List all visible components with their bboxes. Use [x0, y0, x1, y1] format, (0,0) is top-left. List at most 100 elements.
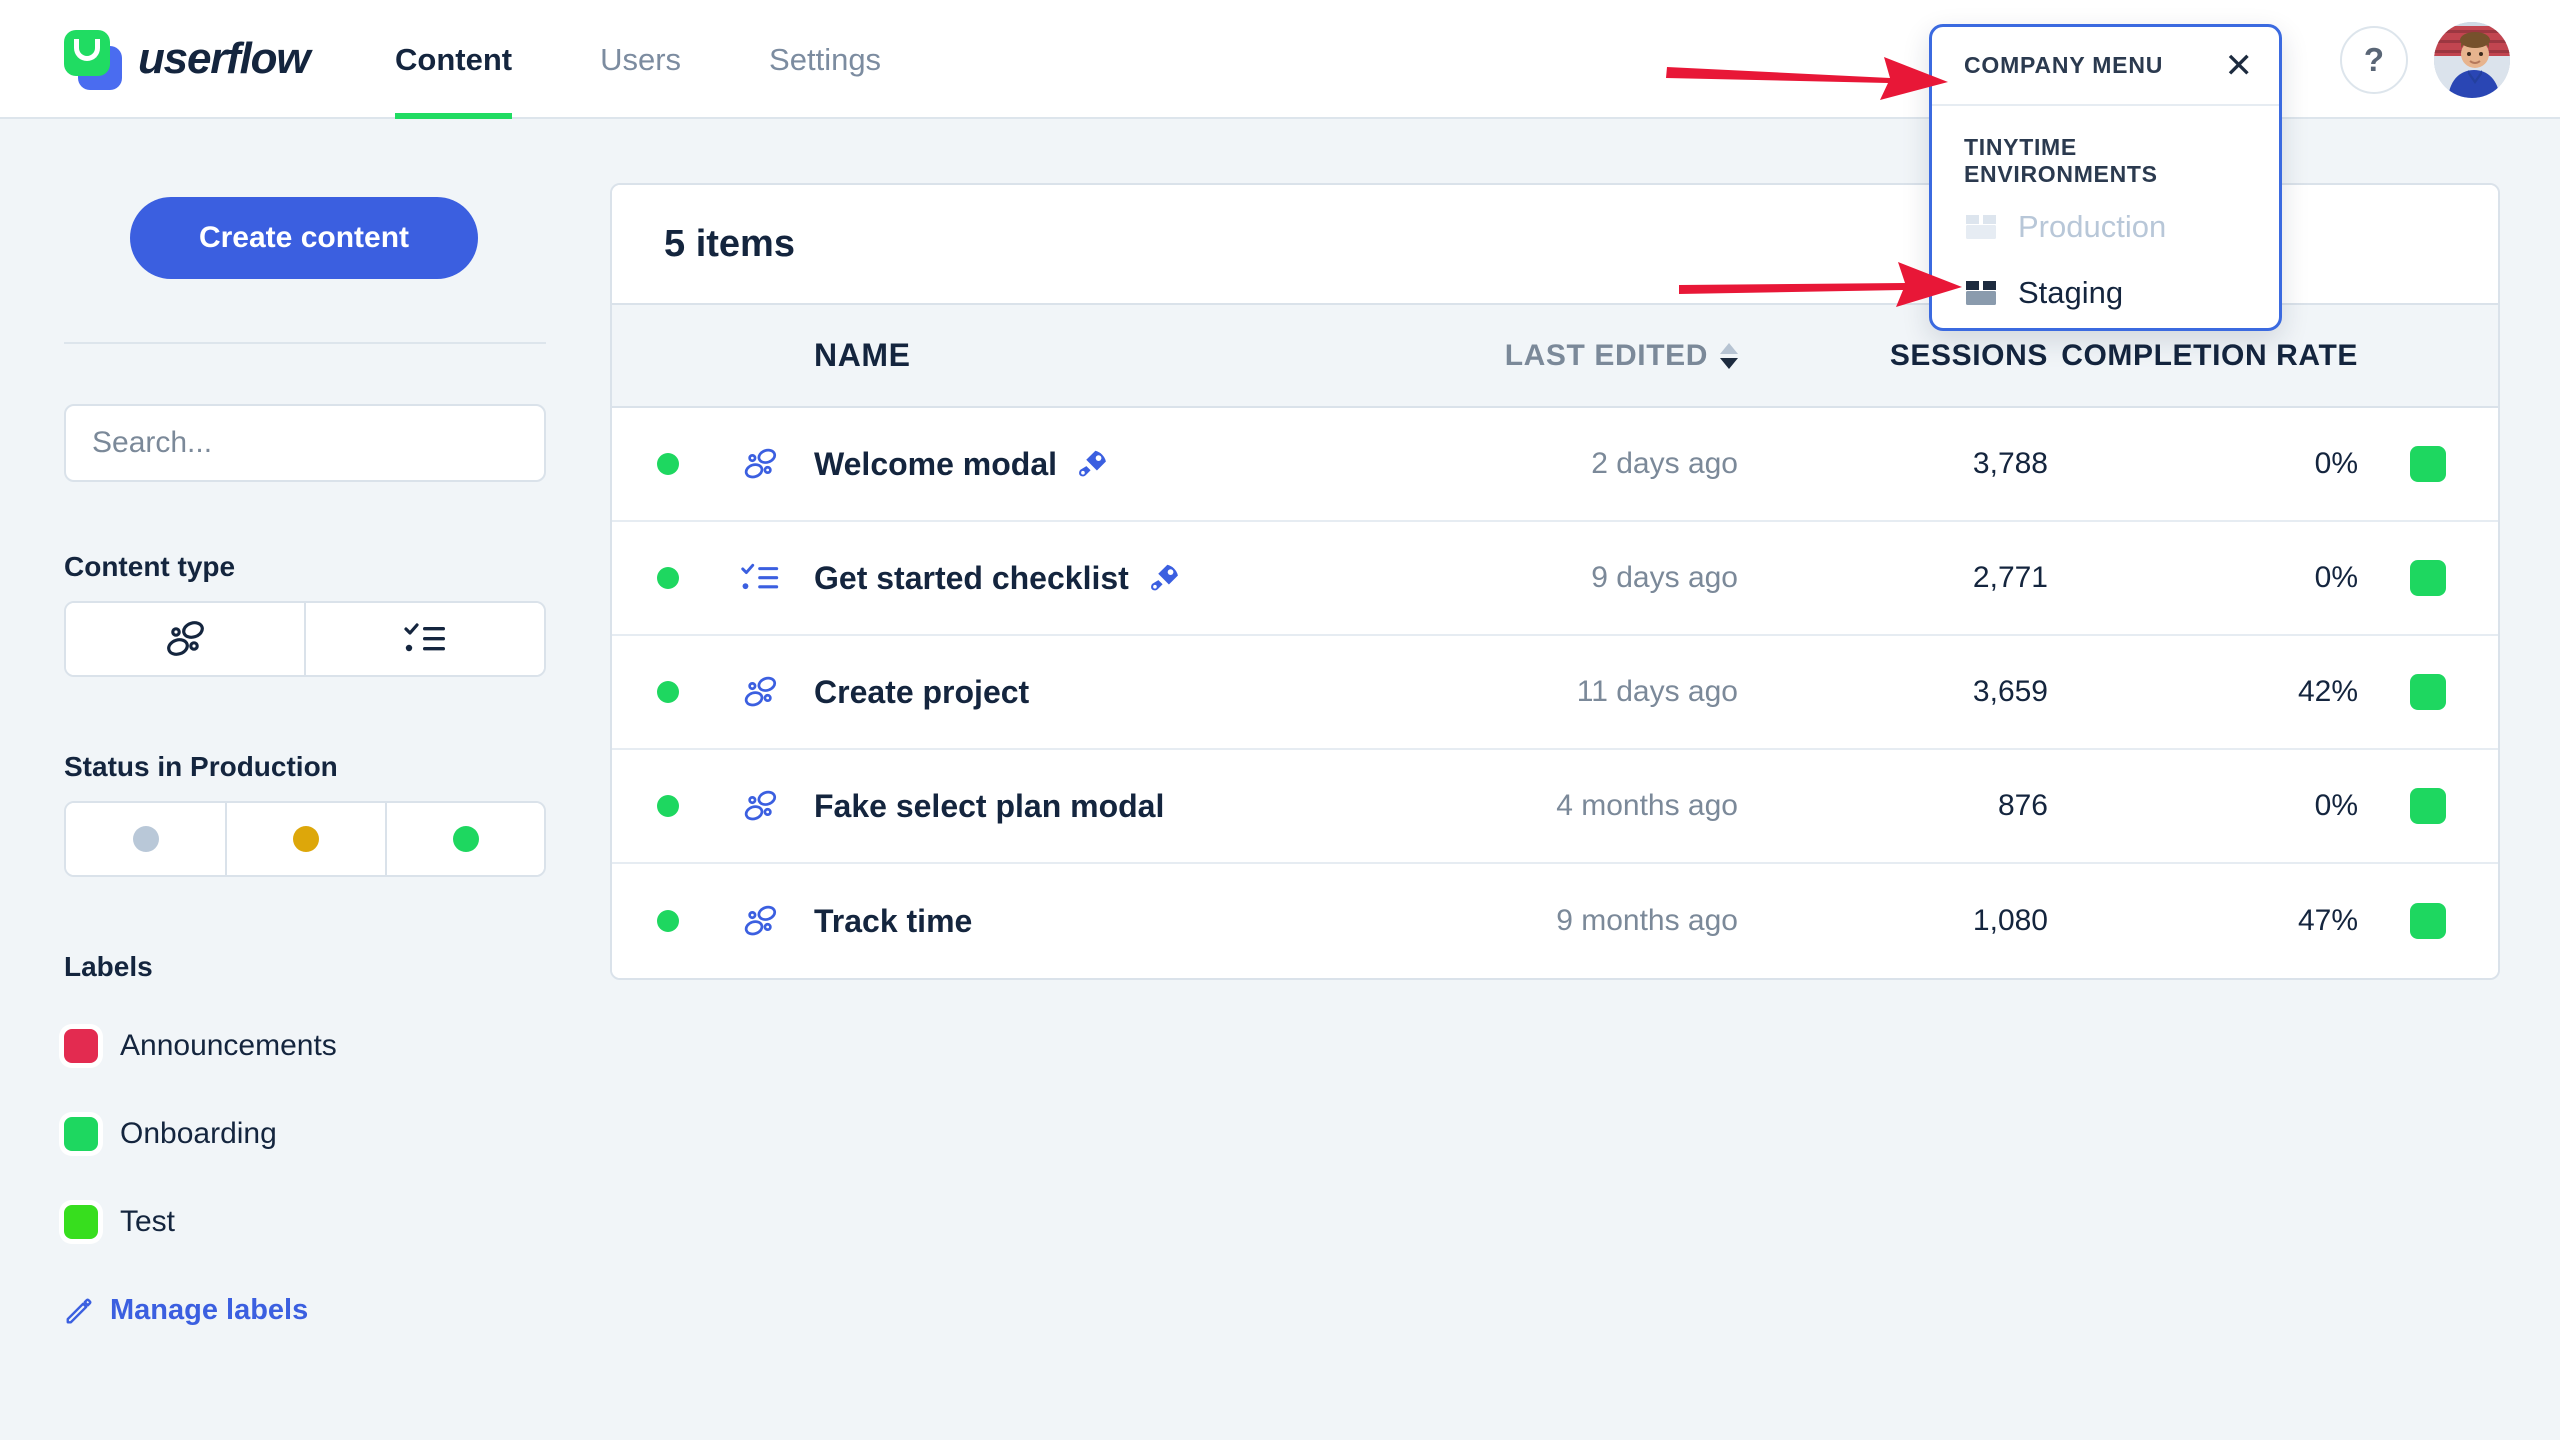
- row-sessions: 2,771: [1972, 561, 2048, 594]
- flow-icon: [744, 448, 777, 479]
- row-label-chip: [2410, 674, 2446, 710]
- tab-content[interactable]: Content: [395, 0, 513, 119]
- status-dot-live-icon: [657, 453, 679, 475]
- close-icon[interactable]: ✕: [2225, 49, 2254, 83]
- row-completion-rate: 0%: [2314, 447, 2358, 480]
- row-name: Create project: [814, 673, 1030, 710]
- brand-name: userflow: [138, 34, 311, 83]
- checklist-icon: [404, 623, 445, 652]
- row-label-cell: [2358, 903, 2498, 939]
- box-icon: [1966, 215, 1996, 239]
- row-name: Get started checklist: [814, 559, 1129, 596]
- label-name: Test: [120, 1205, 176, 1238]
- row-status: [612, 567, 724, 589]
- sidebar-divider: [64, 342, 546, 344]
- tab-settings[interactable]: Settings: [769, 0, 881, 119]
- status-filter-live[interactable]: [387, 803, 544, 875]
- sort-arrows-icon[interactable]: [1720, 342, 1738, 369]
- label-item-test[interactable]: Test: [64, 1195, 337, 1249]
- th-sessions[interactable]: SESSIONS: [1738, 339, 2048, 373]
- label-item-announcements[interactable]: Announcements: [64, 1019, 337, 1073]
- company-menu-title: COMPANY MENU: [1964, 52, 2164, 78]
- search-input[interactable]: [64, 404, 546, 482]
- row-last-edited: 9 days ago: [1591, 561, 1738, 594]
- row-status: [612, 453, 724, 475]
- tab-users[interactable]: Users: [600, 0, 681, 119]
- create-content-button[interactable]: Create content: [130, 197, 478, 279]
- content-type-filter-group: [64, 601, 546, 677]
- status-filter-group: [64, 801, 546, 877]
- content-type-heading: Content type: [64, 551, 236, 582]
- th-last-edited[interactable]: LAST EDITED: [1318, 339, 1738, 373]
- row-name-cell: Create project: [796, 674, 1318, 711]
- row-name-cell: Fake select plan modal: [796, 788, 1318, 825]
- label-swatch-announcements: [64, 1029, 98, 1063]
- user-avatar-photo: [2434, 22, 2510, 98]
- table-row[interactable]: Welcome modal 2 days ago 3,788 0%: [612, 408, 2498, 522]
- label-swatch-onboarding: [64, 1117, 98, 1151]
- row-sessions: 876: [1997, 789, 2048, 822]
- table-row[interactable]: Track time 9 months ago 1,080 47%: [612, 864, 2498, 978]
- box-icon: [1966, 281, 1996, 305]
- row-status: [612, 795, 724, 817]
- row-label-cell: [2358, 446, 2498, 482]
- company-menu-dropdown: COMPANY MENU ✕ TINYTIME ENVIRONMENTS Pro…: [1929, 24, 2282, 331]
- row-last-edited: 2 days ago: [1591, 447, 1738, 480]
- help-button[interactable]: ?: [2340, 26, 2408, 94]
- row-label-chip: [2410, 446, 2446, 482]
- label-name: Onboarding: [120, 1117, 277, 1150]
- content-type-checklist-button[interactable]: [306, 603, 544, 675]
- userflow-logo[interactable]: userflow: [62, 28, 311, 90]
- row-name: Welcome modal: [814, 445, 1058, 482]
- flow-icon: [744, 676, 777, 707]
- labels-list: Announcements Onboarding Test: [64, 1019, 337, 1283]
- row-name-cell: Get started checklist: [796, 560, 1318, 597]
- status-dot-live-icon: [657, 910, 679, 932]
- row-type: [724, 789, 796, 823]
- row-type: [724, 904, 796, 938]
- row-name: Fake select plan modal: [814, 787, 1165, 824]
- nav-tabs: Content Users Settings: [395, 0, 969, 119]
- status-filter-paused[interactable]: [227, 803, 387, 875]
- flow-icon: [744, 790, 777, 821]
- row-label-cell: [2358, 788, 2498, 824]
- th-last-edited-text: LAST EDITED: [1504, 338, 1708, 372]
- row-type: [724, 675, 796, 709]
- labels-heading: Labels: [64, 951, 153, 982]
- row-completion-rate: 47%: [2297, 904, 2358, 937]
- avatar[interactable]: [2434, 22, 2510, 98]
- row-label-cell: [2358, 560, 2498, 596]
- company-menu-header: COMPANY MENU ✕: [1932, 27, 2279, 106]
- flow-icon: [744, 905, 777, 936]
- th-name[interactable]: NAME: [796, 337, 1318, 374]
- row-completion-rate: 0%: [2314, 789, 2358, 822]
- status-filter-draft[interactable]: [66, 803, 227, 875]
- th-completion-rate[interactable]: COMPLETION RATE: [2048, 339, 2358, 373]
- checklist-icon: [741, 563, 779, 590]
- row-status: [612, 681, 724, 703]
- table-row[interactable]: Create project 11 days ago 3,659 42%: [612, 636, 2498, 750]
- row-sessions: 3,788: [1972, 447, 2048, 480]
- table-row[interactable]: Fake select plan modal 4 months ago 876 …: [612, 750, 2498, 864]
- row-sessions: 1,080: [1972, 904, 2048, 937]
- pencil-icon: [66, 1298, 92, 1323]
- status-dot-live: [452, 826, 479, 852]
- row-label-chip: [2410, 788, 2446, 824]
- menu-item-staging[interactable]: Staging: [1932, 260, 2279, 326]
- row-last-edited: 9 months ago: [1556, 904, 1738, 937]
- userflow-logo-icon: [62, 28, 124, 90]
- row-name-cell: Track time: [796, 903, 1318, 940]
- row-completion-rate: 0%: [2314, 561, 2358, 594]
- label-item-onboarding[interactable]: Onboarding: [64, 1107, 337, 1161]
- row-label-cell: [2358, 674, 2498, 710]
- row-completion-rate: 42%: [2297, 675, 2358, 708]
- table-row[interactable]: Get started checklist 9 days ago 2,771 0…: [612, 522, 2498, 636]
- status-dot-live-icon: [657, 567, 679, 589]
- rocket-icon: [1079, 450, 1106, 477]
- rocket-icon: [1150, 564, 1178, 591]
- manage-labels-link[interactable]: Manage labels: [64, 1294, 308, 1327]
- status-dot-live-icon: [657, 681, 679, 703]
- label-name: Announcements: [120, 1029, 337, 1062]
- content-type-flow-button[interactable]: [66, 603, 306, 675]
- flow-icon: [167, 621, 204, 656]
